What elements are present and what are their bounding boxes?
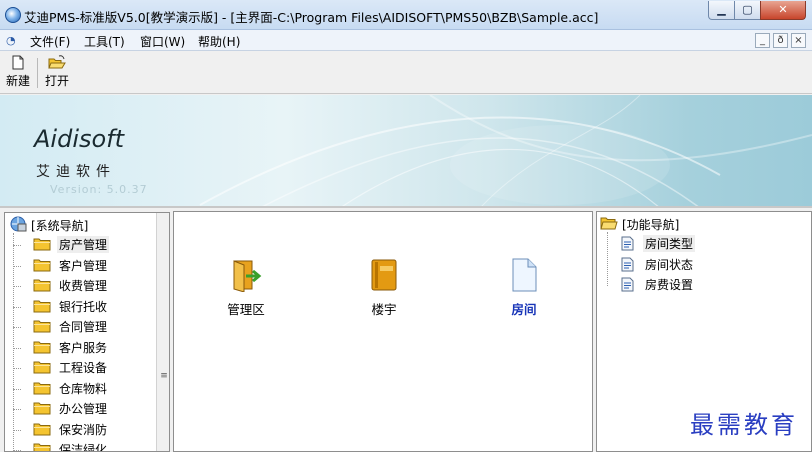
sidebar-item[interactable]: 客户服务 — [13, 338, 159, 358]
sidebar-item[interactable]: 办公管理 — [13, 399, 159, 419]
item-building[interactable]: 楼宇 — [344, 258, 424, 318]
form-document-icon — [621, 277, 634, 292]
folder-open-icon — [600, 217, 618, 230]
new-button[interactable]: 新建 — [3, 55, 33, 91]
mdi-child-icon[interactable]: ◔ — [6, 34, 16, 47]
folder-icon — [33, 300, 51, 312]
form-document-icon — [621, 257, 634, 271]
version-text: Version: 5.0.37 — [50, 183, 148, 196]
maximize-button[interactable]: ▢ — [734, 1, 761, 20]
scrollbar-grip-icon[interactable]: ≡ — [157, 371, 169, 381]
mdi-close-button[interactable]: × — [791, 33, 806, 48]
folder-icon — [33, 341, 51, 353]
sidebar-item[interactable]: 房产管理 — [13, 235, 159, 255]
minimize-button[interactable]: ▁ — [708, 1, 735, 20]
mdi-restore-button[interactable]: ð — [773, 33, 788, 48]
system-nav-panel: [系统导航] 房产管理客户管理收费管理银行托收合同管理客户服务工程设备仓库物料办… — [4, 212, 170, 452]
brand-chinese-name: 艾迪软件 — [36, 164, 116, 180]
tree-connector — [13, 327, 21, 328]
folder-icon — [33, 402, 51, 415]
module-items-panel: 管理区 楼宇 房间 — [173, 211, 593, 452]
tree-connector — [13, 265, 21, 267]
tree-connector — [13, 245, 21, 246]
sidebar-item-label: 收费管理 — [59, 279, 108, 293]
new-button-label: 新建 — [5, 74, 30, 88]
folder-icon — [33, 382, 51, 394]
sidebar-item-label: 客户管理 — [59, 258, 108, 273]
brand-banner: Aidisoft 艾迪软件 Version: 5.0.37 — [0, 95, 812, 208]
system-nav-root-label: [系统导航] — [31, 219, 89, 233]
document-icon — [512, 258, 537, 292]
sidebar-item[interactable]: 客户管理 — [13, 256, 159, 276]
minimize-icon: ▁ — [717, 3, 726, 16]
sidebar-item[interactable]: 保安消防 — [13, 420, 159, 440]
sidebar-item-label: 保洁绿化 — [59, 443, 108, 452]
tree-connector — [13, 450, 21, 451]
item-building-label: 楼宇 — [371, 302, 397, 317]
mdi-minimize-button[interactable]: _ — [755, 33, 770, 48]
vertical-scrollbar[interactable]: ≡ — [156, 213, 169, 451]
title-bar: 艾迪PMS-标准版V5.0[教学演示版] - [主界面-C:\Program F… — [0, 0, 812, 30]
new-file-icon — [12, 55, 24, 70]
ledger-book-icon — [371, 259, 397, 291]
sidebar-item[interactable]: 仓库物料 — [13, 379, 159, 399]
tree-connector — [13, 388, 21, 390]
sidebar-item[interactable]: 合同管理 — [13, 317, 159, 337]
function-nav-item-label: 房间状态 — [645, 257, 694, 272]
sidebar-item[interactable]: 银行托收 — [13, 297, 159, 317]
open-button-label: 打开 — [44, 74, 69, 88]
folder-icon — [33, 279, 51, 292]
sidebar-item-label: 合同管理 — [59, 320, 108, 334]
sidebar-item-label: 客户服务 — [59, 340, 108, 355]
tree-connector — [13, 368, 21, 369]
form-document-icon — [621, 236, 634, 251]
toolbar: 新建 打开 — [0, 52, 812, 94]
tree-connector — [13, 347, 21, 349]
window-title: 艾迪PMS-标准版V5.0[教学演示版] - [主界面-C:\Program F… — [24, 10, 599, 25]
menu-bar: ◔ 文件(F) 工具(T) 窗口(W) 帮助(H) _ ð × — [0, 30, 812, 51]
item-room-label: 房间 — [511, 302, 537, 317]
app-icon[interactable] — [5, 7, 21, 23]
item-management-area-label: 管理区 — [227, 302, 265, 317]
sidebar-item-label: 仓库物料 — [59, 381, 108, 396]
folder-icon — [33, 238, 51, 251]
folder-icon — [33, 320, 51, 333]
function-nav-root-label: [功能导航] — [622, 218, 680, 232]
sidebar-item-label: 保安消防 — [59, 422, 108, 437]
menu-tools[interactable]: 工具(T) — [84, 33, 125, 50]
sidebar-item[interactable]: 收费管理 — [13, 276, 159, 296]
sidebar-item[interactable]: 保洁绿化 — [13, 440, 159, 452]
maximize-icon: ▢ — [742, 3, 753, 16]
door-exit-icon — [233, 260, 262, 293]
toolbar-separator — [37, 58, 38, 88]
close-icon: ✕ — [778, 3, 788, 16]
menu-help[interactable]: 帮助(H) — [198, 33, 240, 50]
item-management-area[interactable]: 管理区 — [206, 258, 286, 318]
folder-icon — [33, 443, 51, 451]
sidebar-item-label: 银行托收 — [59, 299, 108, 314]
item-room[interactable]: 房间 — [484, 258, 564, 318]
sidebar-item-label: 房产管理 — [57, 236, 110, 253]
brand-logo-text: Aidisoft — [34, 125, 125, 153]
sidebar-item-label: 工程设备 — [59, 361, 108, 375]
sidebar-item[interactable]: 工程设备 — [13, 358, 159, 378]
tree-connector — [13, 409, 21, 410]
sidebar-item-label: 办公管理 — [59, 402, 108, 416]
open-folder-icon — [48, 55, 66, 69]
menu-file[interactable]: 文件(F) — [30, 33, 70, 50]
close-button[interactable]: ✕ — [760, 1, 806, 20]
function-nav-item-label: 房间类型 — [643, 235, 696, 252]
open-button[interactable]: 打开 — [42, 55, 72, 91]
tree-connector — [13, 306, 21, 308]
menu-window[interactable]: 窗口(W) — [140, 33, 185, 50]
watermark-text: 最需教育 — [690, 411, 798, 439]
tree-connector — [13, 286, 21, 287]
folder-icon — [33, 361, 51, 374]
tree-connector — [607, 232, 608, 286]
tree-connector — [13, 429, 21, 431]
folder-icon — [33, 423, 51, 435]
folder-icon — [33, 259, 51, 271]
computer-network-icon — [10, 216, 27, 232]
function-nav-item-label: 房费设置 — [645, 278, 694, 292]
